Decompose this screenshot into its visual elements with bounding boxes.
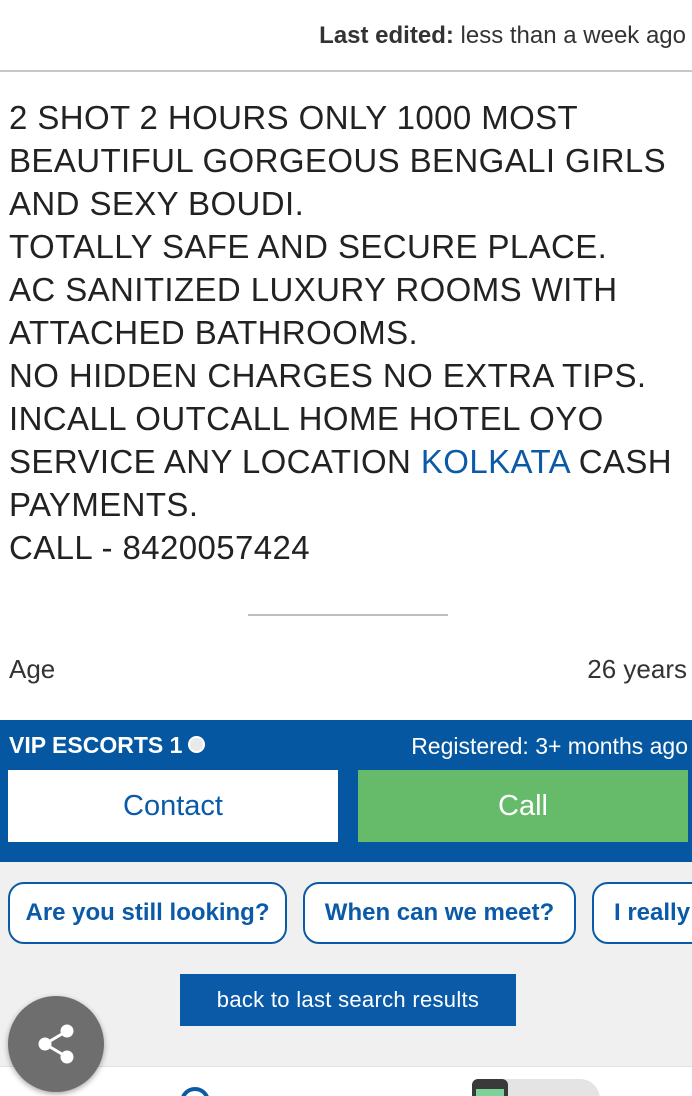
description-text: SERVICE ANY LOCATION: [9, 443, 421, 480]
back-to-search-button[interactable]: back to last search results: [180, 974, 516, 1026]
last-edited-text: Last edited: less than a week ago: [319, 22, 686, 50]
description-line: AND SEXY BOUDI.: [9, 185, 305, 222]
settings-icon[interactable]: [180, 1087, 210, 1096]
last-edited-value: less than a week ago: [460, 22, 686, 49]
contact-button[interactable]: Contact: [8, 770, 338, 842]
description-line: ATTACHED BATHROOMS.: [9, 314, 419, 351]
quick-reply-still-looking[interactable]: Are you still looking?: [8, 882, 287, 944]
poster-name[interactable]: VIP ESCORTS 1: [9, 732, 182, 758]
ad-description: 2 SHOT 2 HOURS ONLY 1000 MOST BEAUTIFUL …: [9, 96, 689, 569]
description-text: CASH: [569, 443, 673, 480]
online-status-icon: [188, 736, 206, 754]
description-line: 2 SHOT 2 HOURS ONLY 1000 MOST: [9, 99, 579, 136]
quick-reply-when-meet[interactable]: When can we meet?: [303, 882, 576, 944]
ad-detail-page: Last edited: less than a week ago 2 SHOT…: [0, 0, 692, 1096]
contact-panel: VIP ESCORTS 1 Registered: 3+ months ago …: [0, 720, 692, 862]
location-link[interactable]: KOLKATA: [421, 443, 569, 480]
description-line: NO HIDDEN CHARGES NO EXTRA TIPS.: [9, 357, 647, 394]
description-line: INCALL OUTCALL HOME HOTEL OYO: [9, 400, 604, 437]
description-line: PAYMENTS.: [9, 486, 199, 523]
age-label: Age: [9, 654, 56, 684]
description-phone-line: CALL - 8420057424: [9, 529, 310, 566]
age-value: 26 years: [587, 654, 687, 684]
description-line: AC SANITIZED LUXURY ROOMS WITH: [9, 271, 618, 308]
phone-icon: [472, 1079, 508, 1096]
registered-text: Registered: 3+ months ago: [411, 733, 688, 759]
last-edited-bar: Last edited: less than a week ago: [0, 0, 692, 72]
section-divider: [248, 614, 448, 616]
bottom-navigation: [0, 1066, 692, 1096]
poster-name-row: VIP ESCORTS 1: [9, 732, 206, 759]
description-line-location: SERVICE ANY LOCATION KOLKATA CASH: [9, 440, 689, 483]
quick-reply-i-really[interactable]: I really: [592, 882, 692, 944]
call-button[interactable]: Call: [358, 770, 688, 842]
share-icon: [38, 1024, 74, 1064]
last-edited-label: Last edited:: [319, 22, 454, 49]
description-line: BEAUTIFUL GORGEOUS BENGALI GIRLS: [9, 142, 667, 179]
quick-reply-area: Are you still looking? When can we meet?…: [0, 862, 692, 1096]
share-button[interactable]: [8, 996, 104, 1092]
description-line: TOTALLY SAFE AND SECURE PLACE.: [9, 228, 608, 265]
